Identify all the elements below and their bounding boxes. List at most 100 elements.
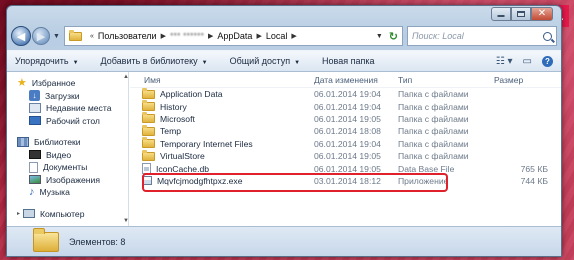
back-arrow-icon: ◀ (16, 30, 26, 43)
nav-computer[interactable]: ▸ Компьютер (7, 208, 128, 221)
nav-music[interactable]: ♪ Музыка (7, 186, 128, 199)
scroll-up-icon[interactable]: ▲ (123, 74, 128, 80)
file-list: Имя Дата изменения Тип Размер Applicatio… (130, 72, 561, 226)
nav-scrollbar[interactable]: ▲ ▼ (123, 72, 128, 226)
add-to-library-button[interactable]: Добавить в библиотеку ▼ (101, 56, 208, 66)
search-input[interactable]: Поиск: Local (412, 31, 543, 41)
command-bar: Упорядочить ▼ Добавить в библиотеку ▼ Общи… (7, 50, 561, 72)
file-type: Папка с файлами (398, 151, 469, 162)
new-folder-button[interactable]: Новая папка (322, 56, 374, 66)
minimize-button[interactable] (491, 7, 511, 21)
breadcrumb-appdata[interactable]: AppData (217, 31, 252, 41)
organize-button[interactable]: Упорядочить ▼ (15, 56, 79, 66)
nav-libraries[interactable]: Библиотеки (7, 136, 128, 149)
file-name: Microsoft (160, 113, 195, 124)
nav-downloads[interactable]: ↓ Загрузки (7, 90, 128, 103)
content-area: ★ Избранное ↓ Загрузки Недавние места Рабо… (7, 72, 561, 226)
file-name: Mqvfcjmodgfhtpxz.exe (157, 175, 243, 186)
file-row[interactable]: Temporary Internet Files 06.01.2014 19:0… (130, 137, 561, 150)
preview-pane-icon[interactable]: ▭ (523, 56, 532, 67)
close-button[interactable]: ✕ (531, 7, 553, 21)
folder-icon (33, 227, 59, 252)
column-name[interactable]: Имя (130, 75, 314, 85)
expand-icon[interactable]: ▸ (17, 210, 20, 217)
column-size[interactable]: Размер (494, 75, 554, 85)
file-name: Application Data (160, 89, 223, 100)
view-options-icon[interactable]: ☷ ▾ (496, 56, 513, 67)
folder-icon (142, 112, 155, 124)
star-icon: ★ (17, 76, 27, 89)
minimize-icon (497, 15, 505, 17)
chevron-left-icon: « (89, 32, 94, 40)
breadcrumb-separator-icon[interactable]: ▶ (291, 32, 296, 40)
scroll-down-icon[interactable]: ▼ (123, 218, 128, 224)
file-row[interactable]: VirtualStore 06.01.2014 19:05 Папка с фа… (130, 149, 561, 162)
executable-icon (142, 176, 152, 186)
dropdown-caret-icon: ▼ (201, 60, 208, 66)
address-row: ◀ ▶ ▼ « Пользователи ▶ *** ****** ▶ AppD… (11, 25, 557, 47)
address-dropdown-icon[interactable]: ▼ (376, 33, 383, 40)
forward-button[interactable]: ▶ (32, 27, 50, 45)
file-size: 744 КБ (520, 175, 548, 186)
breadcrumb-separator-icon[interactable]: ▶ (256, 32, 261, 40)
nav-desktop[interactable]: Рабочий стол (7, 115, 128, 128)
file-type: Папка с файлами (398, 126, 469, 137)
title-bar: ✕ (7, 6, 561, 22)
search-box[interactable]: Поиск: Local (407, 26, 557, 46)
images-icon (29, 175, 41, 185)
column-headers: Имя Дата изменения Тип Размер (130, 72, 561, 88)
address-bar[interactable]: « Пользователи ▶ *** ****** ▶ AppData ▶ … (63, 26, 403, 46)
file-name: Temp (160, 126, 182, 137)
file-type: Папка с файлами (398, 101, 469, 112)
folder-icon (68, 29, 82, 41)
status-bar: Элементов: 8 (7, 226, 561, 256)
help-icon[interactable]: ? (542, 55, 553, 67)
maximize-button[interactable] (511, 7, 531, 21)
history-dropdown-icon[interactable]: ▼ (53, 33, 60, 40)
file-date: 06.01.2014 19:04 (314, 89, 381, 100)
breadcrumb-separator-icon[interactable]: ▶ (208, 32, 213, 40)
file-type: Приложение (398, 175, 449, 186)
file-date: 06.01.2014 19:04 (314, 101, 381, 112)
file-name: Temporary Internet Files (160, 138, 253, 149)
downloads-icon: ↓ (29, 90, 40, 102)
navigation-pane: ★ Избранное ↓ Загрузки Недавние места Рабо… (7, 72, 129, 226)
file-type: Папка с файлами (398, 113, 469, 124)
documents-icon (29, 161, 38, 173)
music-icon: ♪ (29, 185, 35, 198)
folder-icon (142, 87, 155, 99)
window-controls: ✕ (491, 7, 553, 21)
file-row[interactable]: Application Data 06.01.2014 19:04 Папка … (130, 87, 561, 100)
folder-icon (142, 137, 155, 149)
back-button[interactable]: ◀ (11, 26, 31, 46)
file-row[interactable]: Microsoft 06.01.2014 19:05 Папка с файла… (130, 112, 561, 125)
file-row[interactable]: Temp 06.01.2014 18:08 Папка с файлами (130, 124, 561, 137)
file-date: 06.01.2014 19:05 (314, 113, 381, 124)
search-icon[interactable] (543, 31, 552, 41)
explorer-window: ✕ ◀ ▶ ▼ « Пользователи ▶ *** ****** ▶ Ap… (6, 5, 562, 257)
file-size: 765 КБ (520, 163, 548, 174)
maximize-icon (517, 11, 525, 17)
nav-images[interactable]: Изображения (7, 174, 128, 187)
breadcrumb-local[interactable]: Local (266, 31, 288, 41)
column-type[interactable]: Тип (398, 75, 494, 85)
nav-documents[interactable]: Документы (7, 161, 128, 174)
breadcrumb-separator-icon[interactable]: ▶ (161, 32, 166, 40)
file-date: 06.01.2014 19:05 (314, 151, 381, 162)
file-row-highlighted[interactable]: Mqvfcjmodgfhtpxz.exe 03.01.2014 18:12 Пр… (130, 172, 561, 193)
share-button[interactable]: Общий доступ ▼ (230, 56, 300, 66)
folder-icon (142, 100, 155, 112)
nav-recent-places[interactable]: Недавние места (7, 102, 128, 115)
nav-favorites[interactable]: ★ Избранное (7, 77, 128, 90)
file-row[interactable]: History 06.01.2014 19:04 Папка с файлами (130, 100, 561, 112)
file-date: 03.01.2014 18:12 (314, 175, 381, 186)
folder-icon (142, 149, 155, 161)
recent-places-icon (29, 103, 41, 114)
breadcrumb-username[interactable]: *** ****** (170, 31, 204, 41)
dropdown-caret-icon: ▼ (294, 60, 301, 66)
breadcrumb-users[interactable]: Пользователи (98, 31, 157, 41)
column-date[interactable]: Дата изменения (314, 75, 398, 85)
refresh-icon[interactable]: ↻ (389, 30, 398, 43)
forward-arrow-icon: ▶ (36, 30, 46, 43)
nav-video[interactable]: Видео (7, 149, 128, 162)
